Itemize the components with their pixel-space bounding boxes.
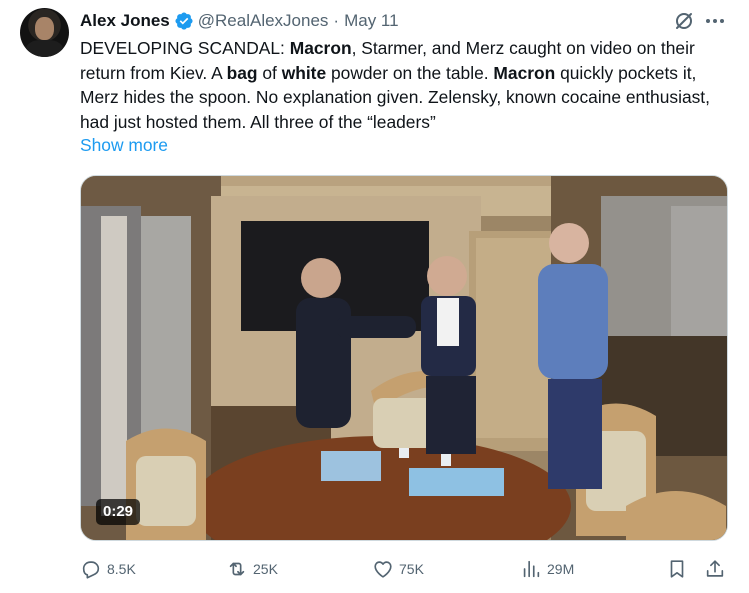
video-frame bbox=[81, 176, 727, 540]
like-button[interactable]: 75K bbox=[372, 556, 424, 582]
tweet-text-bold: white bbox=[281, 62, 327, 83]
video-duration: 0:29 bbox=[96, 499, 141, 525]
reply-icon bbox=[82, 561, 100, 579]
verified-badge-icon[interactable] bbox=[174, 11, 194, 31]
repost-button[interactable]: 25K bbox=[226, 556, 278, 582]
bookmark-icon bbox=[670, 560, 684, 578]
tweet-text-run: powder on the table. bbox=[326, 62, 494, 83]
more-icon[interactable] bbox=[703, 9, 727, 33]
bookmark-button[interactable] bbox=[666, 556, 688, 582]
like-icon bbox=[374, 561, 392, 578]
avatar-face bbox=[35, 17, 54, 40]
avatar-shirt bbox=[26, 40, 63, 57]
show-more-link[interactable]: Show more bbox=[80, 135, 168, 156]
reply-button[interactable]: 8.5K bbox=[80, 556, 136, 582]
tweet-text-bold: Macron bbox=[289, 38, 352, 58]
views-count: 29M bbox=[547, 561, 575, 577]
author-handle[interactable]: @RealAlexJones bbox=[198, 11, 329, 31]
tweet-text-run: DEVELOPING SCANDAL: bbox=[80, 38, 290, 58]
tweet-header: Alex Jones @RealAlexJones · May 11 bbox=[80, 10, 399, 32]
views-button[interactable]: 29M bbox=[520, 556, 574, 582]
tweet-date[interactable]: May 11 bbox=[344, 11, 399, 31]
like-count: 75K bbox=[399, 561, 424, 577]
reply-count: 8.5K bbox=[107, 561, 136, 577]
author-avatar[interactable] bbox=[20, 8, 69, 57]
header-separator: · bbox=[333, 11, 340, 30]
repost-icon bbox=[229, 562, 245, 576]
author-name[interactable]: Alex Jones bbox=[80, 11, 170, 31]
tweet-text-bold: Macron bbox=[493, 62, 556, 83]
share-icon bbox=[706, 560, 724, 577]
repost-count: 25K bbox=[253, 561, 278, 577]
views-icon bbox=[523, 560, 540, 578]
grok-icon[interactable] bbox=[672, 9, 696, 33]
tweet-text: DEVELOPING SCANDAL: Macron, Starmer, and… bbox=[80, 36, 730, 134]
video-player[interactable] bbox=[80, 175, 728, 541]
tweet-text-run: of bbox=[257, 62, 282, 83]
tweet-text-bold: bag bbox=[226, 62, 258, 83]
share-button[interactable] bbox=[704, 556, 726, 582]
